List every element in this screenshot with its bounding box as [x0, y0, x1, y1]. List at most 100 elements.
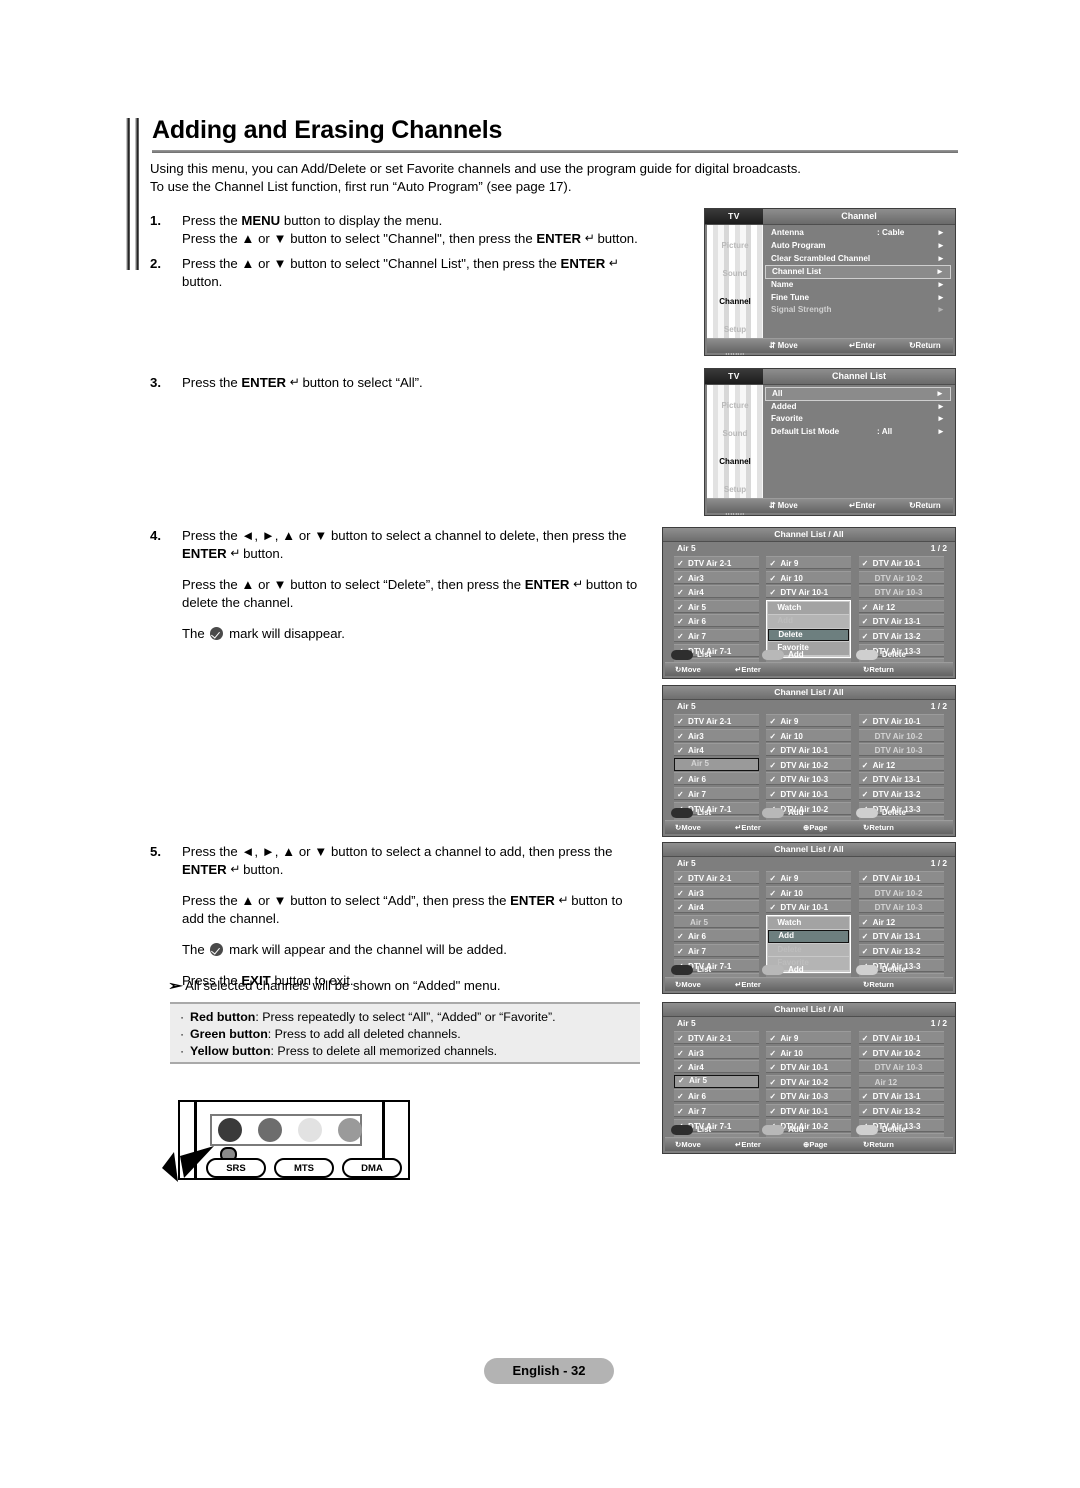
- menu-row-channel-list[interactable]: Channel List ►: [765, 265, 951, 279]
- channel-cell[interactable]: DTV Air 10-3: [858, 585, 944, 599]
- channel-cell[interactable]: DTV Air 10-2: [858, 885, 944, 899]
- channel-cell[interactable]: Air 5: [674, 914, 760, 928]
- mts-button[interactable]: MTS: [274, 1158, 334, 1178]
- channel-cell[interactable]: ✓DTV Air 10-1: [858, 714, 944, 727]
- menu-row-name[interactable]: Name ►: [765, 279, 951, 292]
- sidebar-item-picture[interactable]: Picture: [707, 401, 763, 410]
- channel-cell[interactable]: ✓ DTV Air 2-1: [674, 1031, 760, 1044]
- channel-cell[interactable]: ✓ Air 10: [766, 1045, 852, 1059]
- menu-row-auto-program[interactable]: Auto Program ►: [765, 240, 951, 253]
- channel-cell[interactable]: ✓ Air 6: [674, 772, 760, 786]
- channel-cell[interactable]: ✓ Air3: [674, 1045, 760, 1059]
- channel-cell[interactable]: ✓ DTV Air 2-1: [674, 556, 760, 569]
- channel-cell[interactable]: ✓DTV Air 10-1: [766, 1060, 852, 1074]
- color-dot-list-mode[interactable]: [671, 965, 693, 975]
- channel-cell[interactable]: ✓ DTV Air 13-1: [858, 614, 944, 628]
- channel-cell[interactable]: DTV Air 10-2: [858, 728, 944, 742]
- sidebar-item-setup[interactable]: Setup: [707, 485, 763, 494]
- menu-row-antenna[interactable]: Antenna : Cable ►: [765, 227, 951, 240]
- dma-button[interactable]: DMA: [342, 1158, 402, 1178]
- channel-cell[interactable]: ✓ Air 9: [766, 1031, 852, 1044]
- channel-cell[interactable]: ✓ Air 12: [858, 914, 944, 928]
- menu-row-default-list-mode[interactable]: Default List Mode : All ►: [765, 426, 951, 439]
- channel-cell[interactable]: ✓ Air3: [674, 728, 760, 742]
- channel-cell[interactable]: ✓ Air 9: [766, 714, 852, 727]
- sidebar-item-setup[interactable]: Setup: [707, 325, 763, 334]
- color-dot-add-all[interactable]: [762, 808, 785, 818]
- channel-cell[interactable]: ✓ Air 10: [766, 570, 852, 584]
- menu-row-favorite[interactable]: Favorite ►: [765, 413, 951, 426]
- menu-row-signal-strength[interactable]: Signal Strength ►: [765, 304, 951, 317]
- channel-cell[interactable]: ✓ Air 10: [766, 728, 852, 742]
- context-menu-item-watch[interactable]: Watch: [768, 601, 850, 615]
- channel-cell[interactable]: DTV Air 10-3: [858, 743, 944, 757]
- channel-cell[interactable]: ✓DTV Air 10-3: [766, 772, 852, 786]
- channel-cell[interactable]: ✓ DTV Air 13-1: [858, 1089, 944, 1103]
- color-dot-delete-all[interactable]: [855, 808, 878, 818]
- channel-cell[interactable]: ✓ Air4: [674, 585, 760, 599]
- color-dot-add-all[interactable]: [762, 650, 785, 660]
- menu-row-added[interactable]: Added ►: [765, 401, 951, 414]
- channel-cell[interactable]: ✓ Air 5: [674, 1074, 760, 1088]
- channel-cell[interactable]: ✓ Air4: [674, 900, 760, 914]
- context-menu-item-delete[interactable]: Delete: [768, 943, 850, 957]
- channel-cell[interactable]: ✓ Air 6: [674, 614, 760, 628]
- yellow-button[interactable]: [298, 1118, 322, 1142]
- color-dot-list-mode[interactable]: [671, 650, 693, 660]
- channel-cell[interactable]: ✓ DTV Air 2-1: [674, 871, 760, 884]
- channel-cell[interactable]: ✓ Air 7: [674, 786, 760, 800]
- channel-cell[interactable]: ✓ DTV Air 2-1: [674, 714, 760, 727]
- channel-cell[interactable]: Air 5: [674, 757, 760, 771]
- channel-cell[interactable]: ✓ Air3: [674, 885, 760, 899]
- channel-cell[interactable]: ✓ Air 6: [674, 929, 760, 943]
- channel-cell[interactable]: ✓ DTV Air 13-2: [858, 943, 944, 957]
- channel-cell[interactable]: ✓DTV Air 10-1: [766, 743, 852, 757]
- channel-cell[interactable]: ✓ Air 5: [674, 599, 760, 613]
- color-dot-delete-all[interactable]: [855, 650, 878, 660]
- channel-cell[interactable]: ✓DTV Air 10-3: [766, 1089, 852, 1103]
- channel-cell[interactable]: ✓DTV Air 10-1: [766, 585, 852, 599]
- channel-cell[interactable]: ✓ Air4: [674, 1060, 760, 1074]
- channel-cell[interactable]: DTV Air 10-3: [858, 900, 944, 914]
- channel-cell[interactable]: ✓DTV Air 10-1: [858, 556, 944, 569]
- channel-cell[interactable]: ✓ Air 9: [766, 871, 852, 884]
- context-menu-item-delete[interactable]: Delete: [768, 628, 850, 642]
- channel-cell[interactable]: ✓ DTV Air 13-1: [858, 929, 944, 943]
- sidebar-item-channel[interactable]: Channel: [707, 457, 763, 466]
- channel-cell[interactable]: ✓ DTV Air 13-2: [858, 1103, 944, 1117]
- color-dot-list-mode[interactable]: [671, 1125, 693, 1135]
- channel-cell[interactable]: ✓ DTV Air 13-2: [858, 628, 944, 642]
- context-menu-item-watch[interactable]: Watch: [768, 916, 850, 930]
- menu-row-clear-scrambled[interactable]: Clear Scrambled Channel ►: [765, 253, 951, 266]
- channel-cell[interactable]: ✓DTV Air 10-1: [858, 871, 944, 884]
- channel-cell[interactable]: ✓DTV Air 10-2: [858, 1045, 944, 1059]
- sidebar-item-channel[interactable]: Channel: [707, 297, 763, 306]
- channel-cell[interactable]: ✓ DTV Air 13-1: [858, 772, 944, 786]
- channel-cell[interactable]: ✓ Air 7: [674, 628, 760, 642]
- channel-cell[interactable]: ✓ DTV Air 13-2: [858, 786, 944, 800]
- channel-cell[interactable]: ✓DTV Air 10-2: [766, 757, 852, 771]
- channel-cell[interactable]: ✓DTV Air 10-1: [766, 900, 852, 914]
- menu-row-fine-tune[interactable]: Fine Tune ►: [765, 292, 951, 305]
- color-dot-list-mode[interactable]: [671, 808, 693, 818]
- channel-cell[interactable]: ✓DTV Air 10-2: [766, 1074, 852, 1088]
- channel-cell[interactable]: ✓ Air4: [674, 743, 760, 757]
- channel-cell[interactable]: ✓DTV Air 10-1: [766, 1103, 852, 1117]
- blue-button[interactable]: [338, 1118, 362, 1142]
- channel-cell[interactable]: ✓ Air 12: [858, 757, 944, 771]
- green-button[interactable]: [258, 1118, 282, 1142]
- channel-cell[interactable]: ✓DTV Air 10-1: [766, 786, 852, 800]
- channel-cell[interactable]: ✓ Air 6: [674, 1089, 760, 1103]
- channel-cell[interactable]: DTV Air 10-3: [858, 1060, 944, 1074]
- sidebar-item-sound[interactable]: Sound: [707, 269, 763, 278]
- channel-cell[interactable]: ✓ Air 7: [674, 1103, 760, 1117]
- channel-cell[interactable]: ✓ Air3: [674, 570, 760, 584]
- context-menu-item-add[interactable]: Add: [768, 930, 850, 943]
- channel-cell[interactable]: ✓ Air 9: [766, 556, 852, 569]
- sidebar-item-picture[interactable]: Picture: [707, 241, 763, 250]
- sidebar-item-sound[interactable]: Sound: [707, 429, 763, 438]
- color-dot-add-all[interactable]: [762, 1125, 785, 1135]
- color-dot-add-all[interactable]: [762, 965, 785, 975]
- channel-cell[interactable]: ✓ Air 12: [858, 599, 944, 613]
- color-dot-delete-all[interactable]: [855, 965, 878, 975]
